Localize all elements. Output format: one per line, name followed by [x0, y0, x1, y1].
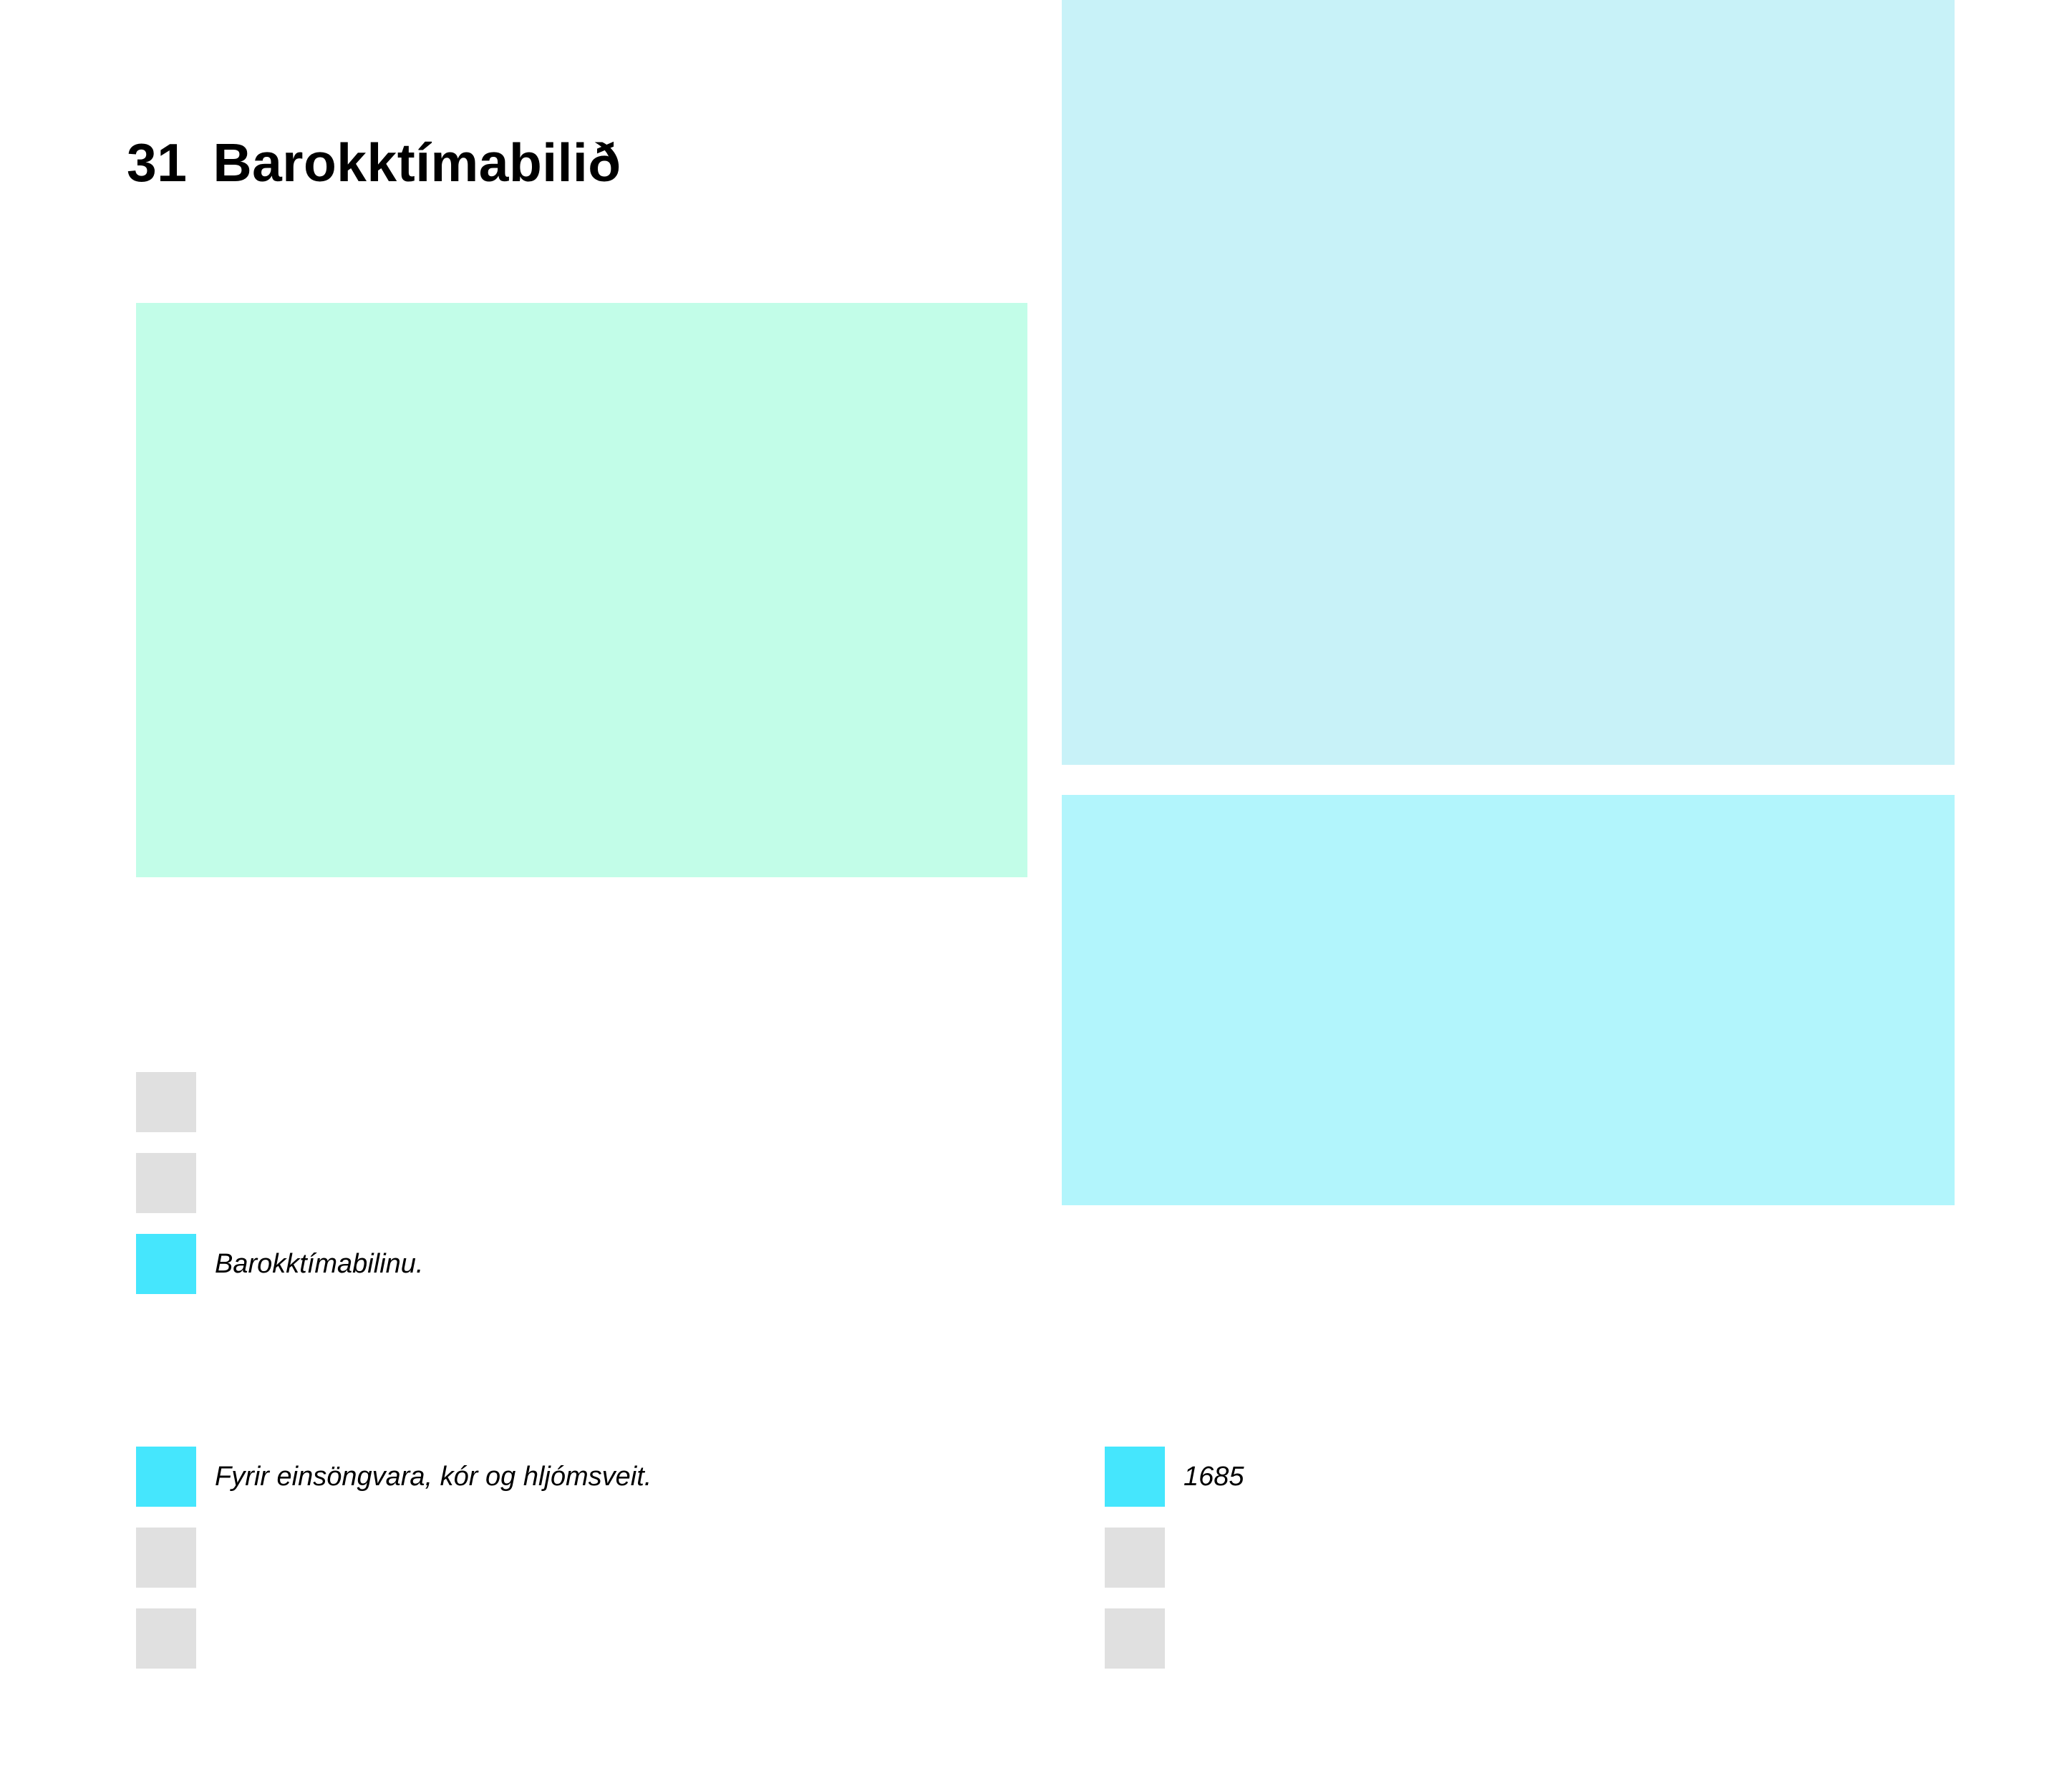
option-checkbox[interactable] — [136, 1072, 196, 1132]
option-checkbox[interactable] — [136, 1528, 196, 1588]
page-title: 31 Barokktímabilið — [127, 123, 621, 202]
option-label: Barokktímabilinu. — [215, 1248, 424, 1279]
option-checkbox[interactable] — [136, 1234, 196, 1294]
option-checkbox[interactable] — [1105, 1528, 1165, 1588]
period-option-3[interactable]: Barokktímabilinu. — [136, 1234, 423, 1294]
option-checkbox[interactable] — [1105, 1608, 1165, 1669]
image-panel-right-top — [1062, 0, 1955, 765]
year-option-2[interactable] — [1105, 1528, 1183, 1588]
option-checkbox[interactable] — [136, 1447, 196, 1507]
option-label: Fyrir einsöngvara, kór og hljómsveit. — [215, 1461, 652, 1492]
option-label: 1685 — [1183, 1461, 1244, 1492]
title-text: Barokktímabilið — [213, 132, 621, 193]
type-option-2[interactable] — [136, 1528, 215, 1588]
type-option-3[interactable] — [136, 1608, 215, 1669]
type-option-1[interactable]: Fyrir einsöngvara, kór og hljómsveit. — [136, 1447, 652, 1507]
question-number: 31 — [127, 132, 188, 193]
year-option-1[interactable]: 1685 — [1105, 1447, 1244, 1507]
option-checkbox[interactable] — [136, 1608, 196, 1669]
option-checkbox[interactable] — [1105, 1447, 1165, 1507]
image-panel-right-bottom — [1062, 795, 1955, 1205]
image-panel-left — [136, 303, 1027, 877]
period-option-1[interactable] — [136, 1072, 215, 1132]
period-option-2[interactable] — [136, 1153, 215, 1213]
year-option-3[interactable] — [1105, 1608, 1183, 1669]
option-checkbox[interactable] — [136, 1153, 196, 1213]
